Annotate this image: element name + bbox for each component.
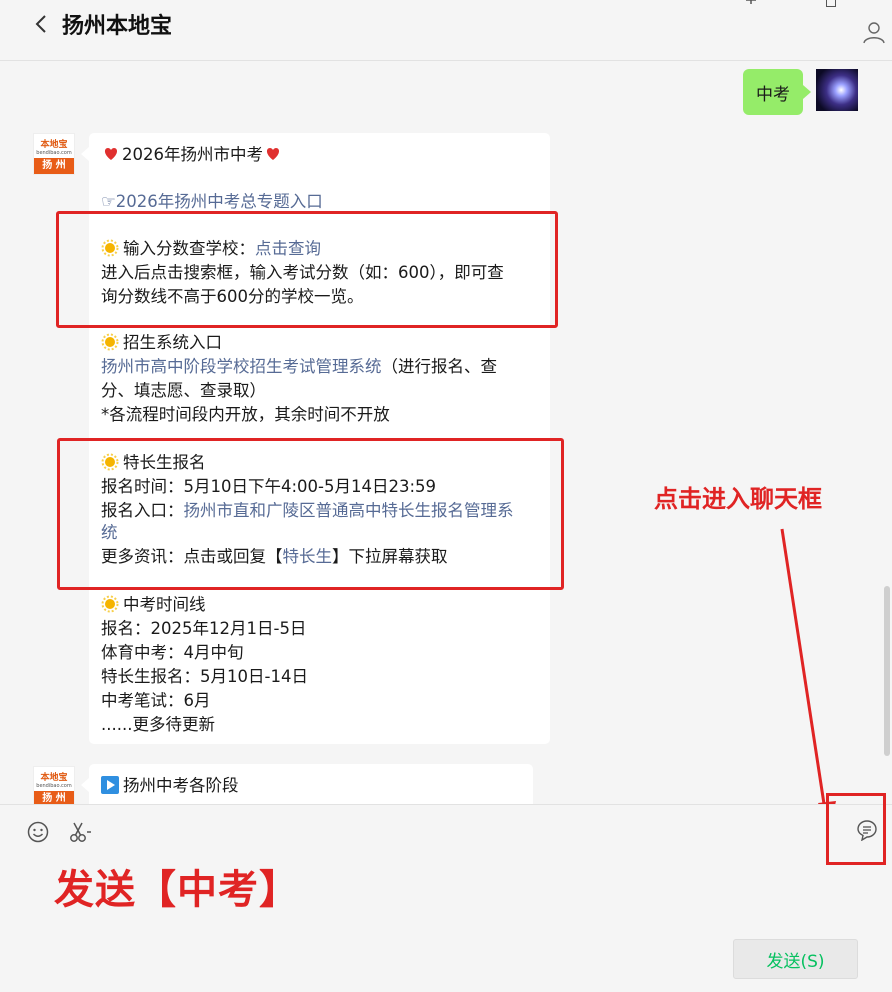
timeline-item: 报名：2025年12月1日-5日 [101,619,307,638]
official-account-avatar[interactable]: 本地宝 bendibao.com 扬 州 [33,133,75,175]
my-avatar[interactable] [816,69,858,111]
avatar-logo-text: 本地宝 [40,140,68,150]
my-message-bubble[interactable]: 中考 [743,69,811,115]
profile-icon[interactable] [862,20,886,44]
chat-history-icon[interactable] [856,819,878,841]
avatar-logo-domain: bendibao.com [36,150,72,156]
enroll-system-link[interactable]: 扬州市高中阶段学校招生考试管理系统 [101,357,382,376]
timeline-item: ......更多待更新 [101,715,215,734]
chat-header: 扬州本地宝 [0,0,892,61]
article-title-line: 2026年扬州市中考 [101,143,284,167]
highlight-box-special-talent [57,438,564,590]
timeline-item: 体育中考：4月中旬 [101,643,244,662]
annotation-send-instruction: 发送【中考】 [54,867,300,913]
timeline-title-line: 中考时间线 [101,593,206,617]
send-button[interactable]: 发送(S) [733,939,858,979]
play-icon [101,776,119,794]
sun-icon [101,595,119,613]
avatar-logo-city: 扬 州 [34,158,74,174]
timeline-title: 中考时间线 [123,595,206,614]
timeline-item: 特长生报名：5月10日-14日 [101,667,308,686]
pin-icon[interactable] [744,0,758,8]
heart-icon [266,148,280,160]
enroll-system-note: *各流程时间段内开放，其余时间不开放 [101,405,390,424]
avatar-logo-text: 本地宝 [40,773,68,783]
official-account-avatar[interactable]: 本地宝 bendibao.com 扬 州 [33,766,75,804]
back-arrow-icon[interactable] [30,12,54,36]
article-title: 扬州中考各阶段 [123,776,239,795]
enroll-system-suffix: （进行报名、查 [381,357,498,376]
emoji-icon[interactable] [27,821,49,843]
article-title: 2026年扬州市中考 [122,145,263,164]
annotation-arrow-icon [780,528,836,804]
enroll-system-line: 分、填志愿、查录取） [101,381,266,400]
enroll-system-line: 扬州市高中阶段学校招生考试管理系统（进行报名、查 [101,355,497,379]
enroll-system-title-line: 招生系统入口 [101,331,222,355]
chat-title: 扬州本地宝 [62,14,173,39]
scissors-icon[interactable] [68,820,94,844]
heart-icon [104,148,118,160]
maximize-icon[interactable] [826,0,836,7]
avatar-logo-domain: bendibao.com [36,783,72,789]
article-message-bubble[interactable]: 扬州中考各阶段 [81,764,533,804]
article-title-line: 扬州中考各阶段 [101,774,239,798]
sun-icon [101,333,119,351]
chat-messages[interactable]: 中考 本地宝 bendibao.com 扬 州 2026年扬州市中考 ☞2026… [0,61,892,804]
enroll-system-title: 招生系统入口 [123,333,222,352]
message-composer[interactable]: 发送【中考】 发送(S) [0,793,892,992]
annotation-click-hint: 点击进入聊天框 [654,485,822,513]
avatar-logo-city: 扬 州 [34,791,74,804]
chat-scrollbar[interactable] [884,586,890,756]
highlight-box-score-query [56,211,558,328]
timeline-item: 中考笔试：6月 [101,691,211,710]
